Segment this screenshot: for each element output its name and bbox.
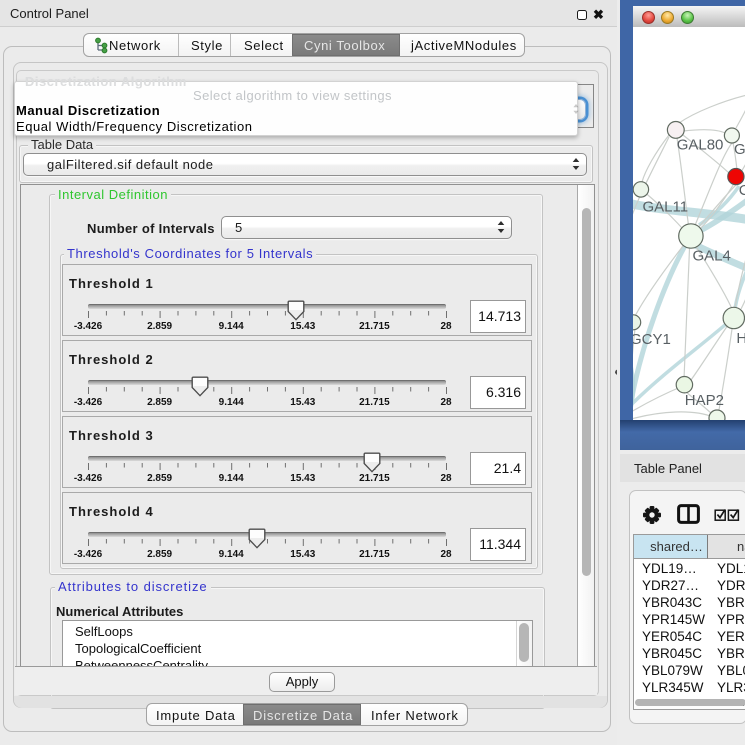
svg-text:GCY1: GCY1 xyxy=(633,331,671,348)
svg-text:C: C xyxy=(739,182,745,199)
svg-text:HAP2: HAP2 xyxy=(685,392,724,409)
svg-text:GAL80: GAL80 xyxy=(677,137,724,154)
svg-text:H: H xyxy=(736,330,745,347)
svg-text:GAL4: GAL4 xyxy=(693,248,731,265)
svg-text:GAL11: GAL11 xyxy=(643,199,689,216)
svg-text:GA: GA xyxy=(734,141,745,158)
